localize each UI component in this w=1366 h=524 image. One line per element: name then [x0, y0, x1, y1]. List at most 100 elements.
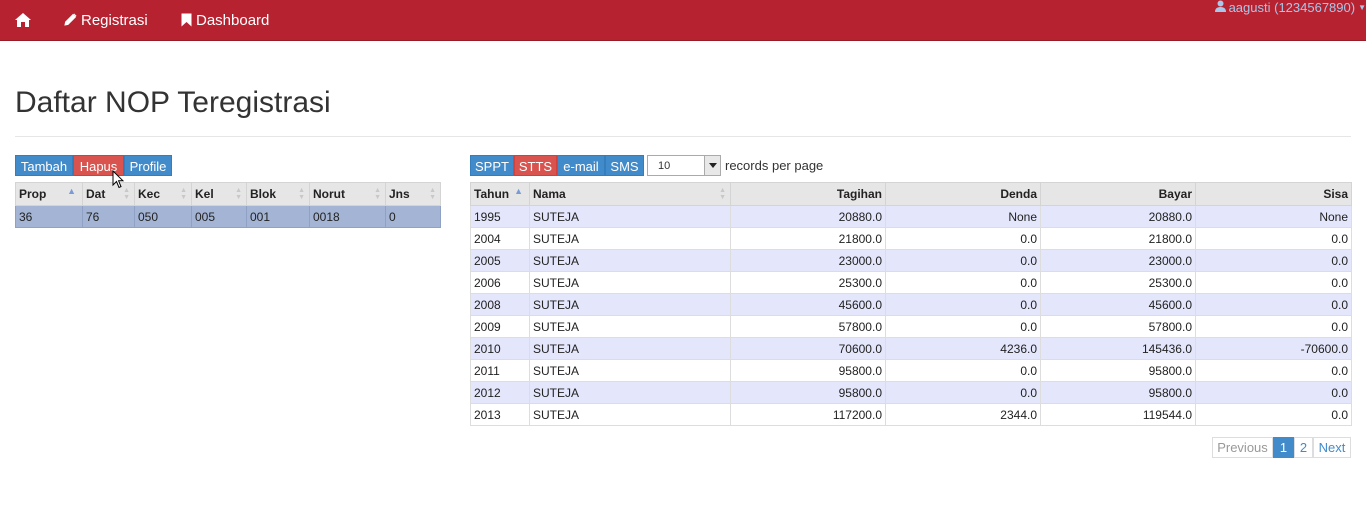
records-per-page-select[interactable]: 10 [647, 155, 721, 176]
cell-dat: 76 [82, 205, 135, 228]
cell-bayar: 95800.0 [1040, 359, 1196, 382]
sort-icon: ▲ ▼ [123, 187, 130, 201]
cell-bayar: 57800.0 [1040, 315, 1196, 338]
tagihan-header-row: Tahun ▲ Nama ▲ ▼ Tagihan Denda Bayar Sisa [470, 182, 1352, 206]
nop-header-row: Prop ▲ Dat ▲ ▼ Kec ▲ ▼ Kel ▲ ▼ Blok ▲ ▼ Norut ▲ ▼ J… [15, 182, 441, 206]
cell-sisa: 0.0 [1195, 227, 1352, 250]
records-per-page-label: records per page [725, 158, 824, 173]
cell-tagihan: 70600.0 [730, 337, 886, 360]
cell-tahun: 2005 [470, 249, 530, 272]
sms-button[interactable]: SMS [605, 155, 644, 176]
cell-tagihan: 25300.0 [730, 271, 886, 294]
nop-table: Prop ▲ Dat ▲ ▼ Kec ▲ ▼ Kel ▲ ▼ Blok ▲ ▼ Norut ▲ ▼ J… [15, 182, 441, 228]
col-header-tagihan[interactable]: Tagihan [730, 182, 886, 206]
table-row[interactable]: 2006 SUTEJA 25300.0 0.0 25300.0 0.0 [470, 271, 1352, 294]
cell-tagihan: 45600.0 [730, 293, 886, 316]
col-header-norut[interactable]: Norut ▲ ▼ [309, 182, 386, 206]
pagination-page-1[interactable]: 1 [1273, 437, 1294, 458]
cell-bayar: 20880.0 [1040, 205, 1196, 228]
home-link[interactable] [14, 0, 32, 40]
col-header-jns[interactable]: Jns ▲ ▼ [385, 182, 441, 206]
home-icon [14, 12, 32, 28]
cell-sisa: 0.0 [1195, 403, 1352, 426]
cell-nama: SUTEJA [529, 403, 731, 426]
cell-tahun: 2011 [470, 359, 530, 382]
table-row[interactable]: 2012 SUTEJA 95800.0 0.0 95800.0 0.0 [470, 381, 1352, 404]
bookmark-icon [181, 13, 192, 27]
user-icon [1214, 0, 1226, 15]
cell-tagihan: 95800.0 [730, 359, 886, 382]
email-button[interactable]: e-mail [557, 155, 605, 176]
col-header-dat[interactable]: Dat ▲ ▼ [82, 182, 135, 206]
cell-tagihan: 21800.0 [730, 227, 886, 250]
cell-sisa: 0.0 [1195, 315, 1352, 338]
user-menu[interactable]: aagusti (1234567890) ▼ [1214, 0, 1366, 15]
table-row[interactable]: 2004 SUTEJA 21800.0 0.0 21800.0 0.0 [470, 227, 1352, 250]
sppt-button[interactable]: SPPT [470, 155, 514, 176]
cell-kel: 005 [191, 205, 247, 228]
cell-bayar: 23000.0 [1040, 249, 1196, 272]
cell-denda: 0.0 [885, 249, 1041, 272]
cell-bayar: 95800.0 [1040, 381, 1196, 404]
cell-nama: SUTEJA [529, 293, 731, 316]
col-header-nama[interactable]: Nama ▲ ▼ [529, 182, 731, 206]
table-row[interactable]: 2011 SUTEJA 95800.0 0.0 95800.0 0.0 [470, 359, 1352, 382]
col-header-prop[interactable]: Prop ▲ [15, 182, 83, 206]
cell-denda: 0.0 [885, 271, 1041, 294]
cell-tahun: 2008 [470, 293, 530, 316]
pagination-next[interactable]: Next [1313, 437, 1351, 458]
table-row[interactable]: 2005 SUTEJA 23000.0 0.0 23000.0 0.0 [470, 249, 1352, 272]
table-row[interactable]: 2010 SUTEJA 70600.0 4236.0 145436.0 -70600.0 [470, 337, 1352, 360]
table-row[interactable]: 36 76 050 005 001 0018 0 [15, 205, 441, 228]
cell-bayar: 21800.0 [1040, 227, 1196, 250]
records-value: 10 [658, 160, 671, 172]
col-header-sisa[interactable]: Sisa [1195, 182, 1352, 206]
table-row[interactable]: 2013 SUTEJA 117200.0 2344.0 119544.0 0.0 [470, 403, 1352, 426]
dropdown-arrow-icon [704, 156, 720, 175]
cell-tahun: 2009 [470, 315, 530, 338]
sort-icon: ▲ ▼ [235, 187, 242, 201]
cell-sisa: 0.0 [1195, 359, 1352, 382]
cell-denda: 4236.0 [885, 337, 1041, 360]
sort-icon: ▲ ▼ [374, 187, 381, 201]
cell-nama: SUTEJA [529, 271, 731, 294]
pagination-previous[interactable]: Previous [1212, 437, 1273, 458]
sort-icon: ▲ ▼ [429, 187, 436, 201]
page-title: Daftar NOP Teregistrasi [15, 86, 331, 119]
tagihan-table: Tahun ▲ Nama ▲ ▼ Tagihan Denda Bayar Sisa 1… [470, 182, 1352, 426]
profile-button[interactable]: Profile [124, 155, 172, 176]
pagination-page-2[interactable]: 2 [1294, 437, 1313, 458]
table-row[interactable]: 2009 SUTEJA 57800.0 0.0 57800.0 0.0 [470, 315, 1352, 338]
col-header-bayar[interactable]: Bayar [1040, 182, 1196, 206]
col-header-kec[interactable]: Kec ▲ ▼ [134, 182, 192, 206]
table-row[interactable]: 1995 SUTEJA 20880.0 None 20880.0 None [470, 205, 1352, 228]
mouse-cursor-icon [112, 169, 125, 192]
cell-denda: 2344.0 [885, 403, 1041, 426]
user-label: aagusti (1234567890) [1228, 0, 1356, 15]
col-header-tahun[interactable]: Tahun ▲ [470, 182, 530, 206]
cell-nama: SUTEJA [529, 205, 731, 228]
cell-sisa: 0.0 [1195, 271, 1352, 294]
cell-tagihan: 20880.0 [730, 205, 886, 228]
sort-icon: ▲ ▼ [719, 187, 726, 201]
cell-tahun: 2004 [470, 227, 530, 250]
cell-blok: 001 [246, 205, 310, 228]
title-divider [15, 136, 1351, 137]
col-header-denda[interactable]: Denda [885, 182, 1041, 206]
cell-jns: 0 [385, 205, 441, 228]
table-row[interactable]: 2008 SUTEJA 45600.0 0.0 45600.0 0.0 [470, 293, 1352, 316]
cell-bayar: 119544.0 [1040, 403, 1196, 426]
top-navbar: Registrasi Dashboard aagusti (1234567890… [0, 0, 1366, 41]
cell-denda: 0.0 [885, 227, 1041, 250]
stts-button[interactable]: STTS [514, 155, 557, 176]
sort-asc-icon: ▲ [514, 186, 523, 196]
cell-sisa: 0.0 [1195, 249, 1352, 272]
col-header-blok[interactable]: Blok ▲ ▼ [246, 182, 310, 206]
tambah-button[interactable]: Tambah [15, 155, 73, 176]
cell-nama: SUTEJA [529, 315, 731, 338]
col-header-kel[interactable]: Kel ▲ ▼ [191, 182, 247, 206]
dashboard-link[interactable]: Dashboard [181, 0, 269, 40]
cell-sisa: 0.0 [1195, 381, 1352, 404]
registrasi-link[interactable]: Registrasi [63, 0, 148, 40]
cell-tagihan: 23000.0 [730, 249, 886, 272]
